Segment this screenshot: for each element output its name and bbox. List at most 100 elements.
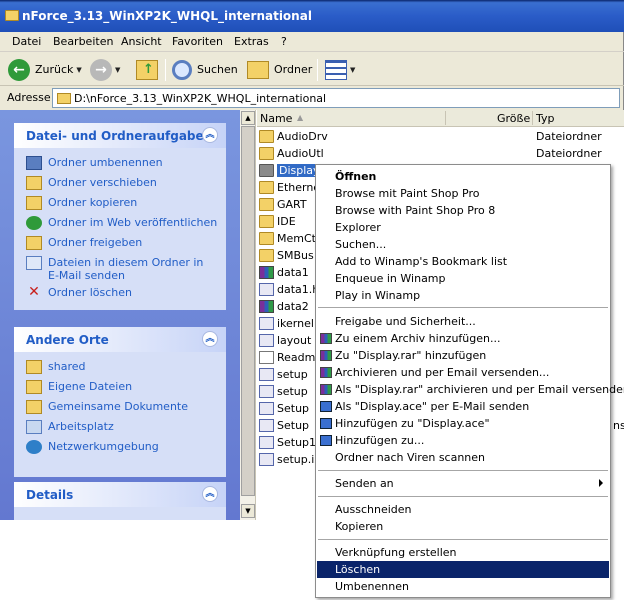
list-item[interactable]: data1.h <box>259 281 319 298</box>
task-label: Dateien in diesem Ordner in E-Mail sende… <box>48 256 204 282</box>
list-item[interactable]: data2 <box>259 298 309 315</box>
rar-icon <box>320 384 332 395</box>
list-item[interactable]: Setup <box>259 417 309 434</box>
list-item[interactable]: SMBus <box>259 247 314 264</box>
list-item[interactable]: MemCtl <box>259 230 319 247</box>
task-email-files[interactable]: Dateien in diesem Ordner in E-Mail sende… <box>26 256 216 282</box>
forward-button[interactable]: → ▼ <box>90 57 120 82</box>
menu-browse-psp8[interactable]: Browse with Paint Shop Pro 8 <box>317 202 609 219</box>
task-publish-web[interactable]: Ordner im Web veröffentlichen <box>26 216 217 230</box>
task-move-folder[interactable]: Ordner verschieben <box>26 176 157 190</box>
list-item[interactable]: IDE <box>259 213 296 230</box>
menu-datei[interactable]: Datei <box>12 35 41 48</box>
menu-create-shortcut[interactable]: Verknüpfung erstellen <box>317 544 609 561</box>
menu-separator <box>318 307 608 308</box>
item-type-partial: ns <box>613 419 624 432</box>
chevron-down-icon[interactable]: ▼ <box>76 66 81 74</box>
menu-archive-email[interactable]: Archivieren und per Email versenden... <box>317 364 609 381</box>
menu-add-display-ace[interactable]: Hinzufügen zu "Display.ace" <box>317 415 609 432</box>
menu-browse-psp[interactable]: Browse mit Paint Shop Pro <box>317 185 609 202</box>
other-places-header[interactable]: Andere Orte ︽ <box>14 327 226 352</box>
menu-explorer[interactable]: Explorer <box>317 219 609 236</box>
list-item[interactable]: layout <box>259 332 311 349</box>
task-label: Ordner verschieben <box>48 176 157 189</box>
menu-search[interactable]: Suchen... <box>317 236 609 253</box>
col-name[interactable]: Name <box>260 112 292 125</box>
folders-button[interactable]: Ordner <box>247 57 312 82</box>
menu-favoriten[interactable]: Favoriten <box>172 35 223 48</box>
details-body <box>14 507 226 520</box>
task-delete-folder[interactable]: ✕ Ordner löschen <box>26 285 132 300</box>
list-item-selected[interactable]: Display <box>259 162 322 179</box>
place-network[interactable]: Netzwerkumgebung <box>26 440 159 454</box>
menu-add-archive[interactable]: Zu einem Archiv hinzufügen... <box>317 330 609 347</box>
task-rename-folder[interactable]: Ordner umbenennen <box>26 156 163 170</box>
collapse-icon[interactable]: ︽ <box>202 127 218 143</box>
list-item[interactable]: AudioDrv <box>259 128 328 145</box>
menu-winamp-bookmark[interactable]: Add to Winamp's Bookmark list <box>317 253 609 270</box>
scroll-thumb[interactable] <box>241 126 255 496</box>
list-item[interactable]: data1 <box>259 264 309 281</box>
menu-add-to[interactable]: Hinzufügen zu... <box>317 432 609 449</box>
task-copy-folder[interactable]: Ordner kopieren <box>26 196 137 210</box>
menu-rename[interactable]: Umbenennen <box>317 578 609 595</box>
task-share-folder[interactable]: Ordner freigeben <box>26 236 142 250</box>
menu-sharing[interactable]: Freigabe und Sicherheit... <box>317 313 609 330</box>
up-folder-button[interactable]: ↑ <box>136 57 158 82</box>
scroll-down-icon[interactable]: ▼ <box>241 504 255 518</box>
menu-winamp-play[interactable]: Play in Winamp <box>317 287 609 304</box>
chevron-down-icon[interactable]: ▼ <box>115 66 120 74</box>
list-item[interactable]: Setup16 <box>259 434 323 451</box>
place-shared-documents[interactable]: Gemeinsame Dokumente <box>26 400 188 414</box>
address-label: Adresse <box>7 91 51 104</box>
menu-delete[interactable]: Löschen <box>317 561 609 578</box>
list-item[interactable]: setup <box>259 366 308 383</box>
task-label: Ordner im Web veröffentlichen <box>48 216 218 229</box>
menu-copy[interactable]: Kopieren <box>317 518 609 535</box>
list-item[interactable]: Readme <box>259 349 322 366</box>
place-my-documents[interactable]: Eigene Dateien <box>26 380 132 394</box>
menu-label: Verknüpfung erstellen <box>335 546 457 559</box>
file-tasks-header[interactable]: Datei- und Ordneraufgaben ︽ <box>14 123 226 148</box>
menu-extras[interactable]: Extras <box>234 35 269 48</box>
column-divider[interactable] <box>445 111 446 125</box>
collapse-icon[interactable]: ︽ <box>202 486 218 502</box>
menu-bearbeiten[interactable]: Bearbeiten <box>53 35 113 48</box>
place-shared[interactable]: shared <box>26 360 85 374</box>
title-bar[interactable]: nForce_3.13_WinXP2K_WHQL_international <box>0 0 624 32</box>
rar-icon <box>320 333 332 344</box>
scroll-up-icon[interactable]: ▲ <box>241 111 255 125</box>
menu-cut[interactable]: Ausschneiden <box>317 501 609 518</box>
column-divider[interactable] <box>532 111 533 125</box>
collapse-icon[interactable]: ︽ <box>202 331 218 347</box>
list-item[interactable]: GART <box>259 196 307 213</box>
col-type[interactable]: Typ <box>536 112 555 125</box>
list-item[interactable]: setup <box>259 383 308 400</box>
menu-label: Browse mit Paint Shop Pro <box>335 187 480 200</box>
menu-add-display-rar[interactable]: Zu "Display.rar" hinzufügen <box>317 347 609 364</box>
details-header[interactable]: Details ︽ <box>14 482 226 507</box>
views-button[interactable]: ▼ <box>325 57 355 82</box>
col-size[interactable]: Größe <box>497 112 530 125</box>
menu-rar-email[interactable]: Als "Display.rar" archivieren und per Em… <box>317 381 624 398</box>
menu-winamp-enqueue[interactable]: Enqueue in Winamp <box>317 270 609 287</box>
list-item[interactable]: AudioUtl <box>259 145 324 162</box>
chevron-down-icon[interactable]: ▼ <box>350 66 355 74</box>
menu-ansicht[interactable]: Ansicht <box>121 35 162 48</box>
place-my-computer[interactable]: Arbeitsplatz <box>26 420 114 434</box>
menu-help[interactable]: ? <box>281 35 287 48</box>
back-button[interactable]: ← Zurück ▼ <box>8 57 82 82</box>
address-field[interactable]: D:\nForce_3.13_WinXP2K_WHQL_internationa… <box>52 88 620 108</box>
list-item[interactable]: ikernel <box>259 315 314 332</box>
sort-asc-icon: ▲ <box>297 113 304 122</box>
list-item[interactable]: setup.is <box>259 451 320 468</box>
item-name: Etherne <box>277 181 321 194</box>
list-item[interactable]: Setup <box>259 400 309 417</box>
list-item[interactable]: Etherne <box>259 179 320 196</box>
menu-open[interactable]: Öffnen <box>317 168 609 185</box>
search-button[interactable]: Suchen <box>172 57 238 82</box>
vertical-scrollbar[interactable]: ▲ ▼ <box>240 110 256 520</box>
menu-virus-scan[interactable]: Ordner nach Viren scannen <box>317 449 609 466</box>
menu-ace-email[interactable]: Als "Display.ace" per E-Mail senden <box>317 398 609 415</box>
menu-send-to[interactable]: Senden an <box>317 475 609 492</box>
